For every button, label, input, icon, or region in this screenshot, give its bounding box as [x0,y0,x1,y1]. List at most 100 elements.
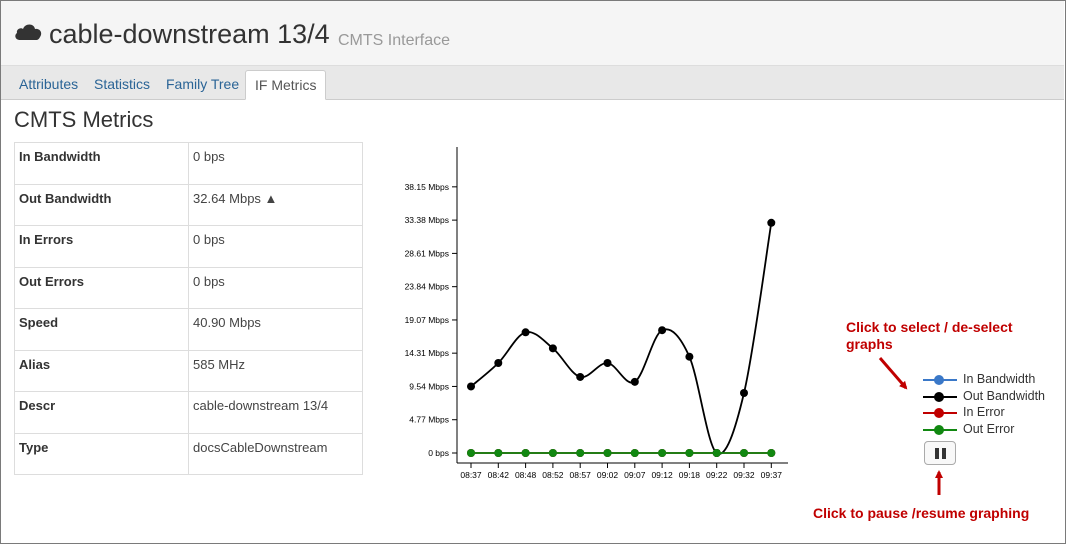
data-point-out-error [603,449,612,457]
y-tick-label: 28.61 Mbps [405,248,449,258]
data-point-out-error [548,449,557,457]
data-point-out-bandwidth [494,359,503,367]
legend-label: In Error [963,405,1005,419]
metric-label: Descr [14,391,189,434]
annotation-select-line1: Click to select / de-select [846,319,1013,335]
metrics-table: In Bandwidth 0 bps Out Bandwidth 32.64 M… [14,142,363,475]
data-point-out-bandwidth [576,372,585,381]
metric-label: Speed [14,308,189,351]
metric-value: 0 bps [188,142,363,185]
y-tick-label: 0 bps [428,448,449,458]
legend-dot [934,408,944,418]
metric-value: cable-downstream 13/4 [188,391,363,434]
annotation-pause: Click to pause /resume graphing [813,505,1030,521]
metric-value: 32.64 Mbps ▲ [188,183,363,226]
x-tick-label: 09:18 [679,470,701,480]
metric-value: 0 bps [188,266,363,309]
data-point-out-error [494,449,503,457]
legend-dot [934,391,944,402]
table-row: Type docsCableDownstream [14,432,363,475]
y-tick-label: 23.84 Mbps [405,282,449,292]
legend-label: Out Bandwidth [963,388,1045,403]
series-line-out-bandwidth [470,222,773,455]
metric-label: Out Bandwidth [14,183,189,226]
table-row: Out Errors 0 bps [14,266,363,309]
legend-item-out-error[interactable]: Out Error [922,422,1062,439]
tab-attributes[interactable]: Attributes [10,70,87,100]
metric-label: In Errors [14,225,189,268]
x-tick-label: 09:02 [597,470,619,480]
table-row: Speed 40.90 Mbps [14,308,363,351]
y-tick-label: 14.31 Mbps [405,348,449,358]
pause-button[interactable] [924,441,956,465]
legend-item-in-bandwidth[interactable]: In Bandwidth [922,372,1062,389]
metric-label: Out Errors [14,266,189,309]
metric-label: In Bandwidth [14,142,189,185]
table-row: Alias 585 MHz [14,349,363,392]
data-point-out-bandwidth [521,328,530,337]
x-tick-label: 08:37 [460,470,482,480]
tab-bar: Attributes Statistics Family Tree IF Met… [1,66,1064,100]
legend-item-in-error[interactable]: In Error [922,405,1062,422]
x-tick-label: 08:42 [488,470,510,480]
x-tick-label: 09:22 [706,470,728,480]
annotation-select-graphs: Click to select / de-select graphs [846,319,1013,353]
table-row: In Bandwidth 0 bps [14,142,363,185]
metric-value: 585 MHz [188,349,363,392]
metric-value: 40.90 Mbps [188,308,363,351]
annotation-select-line2: graphs [846,336,893,352]
x-tick-label: 08:57 [570,470,592,480]
data-point-out-bandwidth [767,218,776,227]
legend-label: In Bandwidth [963,372,1036,386]
x-tick-label: 09:07 [624,470,646,480]
data-point-out-error [521,449,530,457]
legend-item-out-bandwidth[interactable]: Out Bandwidth [922,389,1062,406]
page-header: cable-downstream 13/4 CMTS Interface [1,1,1064,66]
y-tick-label: 19.07 Mbps [405,315,449,325]
x-tick-label: 09:32 [733,470,755,480]
y-tick-label: 33.38 Mbps [405,215,449,225]
data-point-out-error [740,449,748,457]
data-point-out-error [685,449,694,457]
y-tick-label: 38.15 Mbps [405,182,449,192]
data-point-out-error [658,449,667,457]
legend-dot [934,424,944,435]
metric-label: Alias [14,349,189,392]
pause-icon [942,448,946,459]
legend-dot [934,375,944,385]
y-tick-label: 9.54 Mbps [409,381,449,391]
y-tick-label: 4.77 Mbps [409,415,449,425]
page-title: cable-downstream 13/4 [49,19,330,49]
metric-label: Type [14,432,189,475]
pause-icon [935,448,939,459]
bandwidth-chart: 0 bps 4.77 Mbps 9.54 Mbps 14.31 Mbps 19.07 M… [405,147,788,480]
data-point-out-error [630,449,639,457]
data-point-out-error [576,449,585,457]
table-row: In Errors 0 bps [14,225,363,268]
tab-family-tree[interactable]: Family Tree [157,70,248,100]
section-title: CMTS Metrics [14,107,154,132]
data-point-out-bandwidth [603,359,612,367]
data-point-out-error [767,449,776,457]
metric-value: docsCableDownstream [188,432,363,475]
page-subtitle: CMTS Interface [338,32,451,49]
data-point-out-bandwidth [467,382,475,391]
legend-label: Out Error [963,421,1015,436]
x-tick-label: 08:48 [515,470,537,480]
x-tick-label: 09:37 [761,470,783,480]
chart-legend: In Bandwidth Out Bandwidth In Error Out … [922,372,1062,438]
data-point-out-bandwidth [548,344,557,353]
data-point-out-bandwidth [740,389,748,397]
metric-value: 0 bps [188,225,363,268]
table-row: Descr cable-downstream 13/4 [14,391,363,434]
data-point-out-bandwidth [685,352,694,361]
tab-if-metrics[interactable]: IF Metrics [245,70,327,100]
x-tick-label: 08:52 [542,470,564,480]
cloud-icon [15,24,42,40]
tab-statistics[interactable]: Statistics [85,70,159,100]
data-point-out-error [712,449,721,457]
data-point-out-bandwidth [630,377,639,386]
data-point-out-bandwidth [658,326,667,335]
x-tick-label: 09:12 [651,470,673,480]
data-point-out-error [467,449,475,457]
